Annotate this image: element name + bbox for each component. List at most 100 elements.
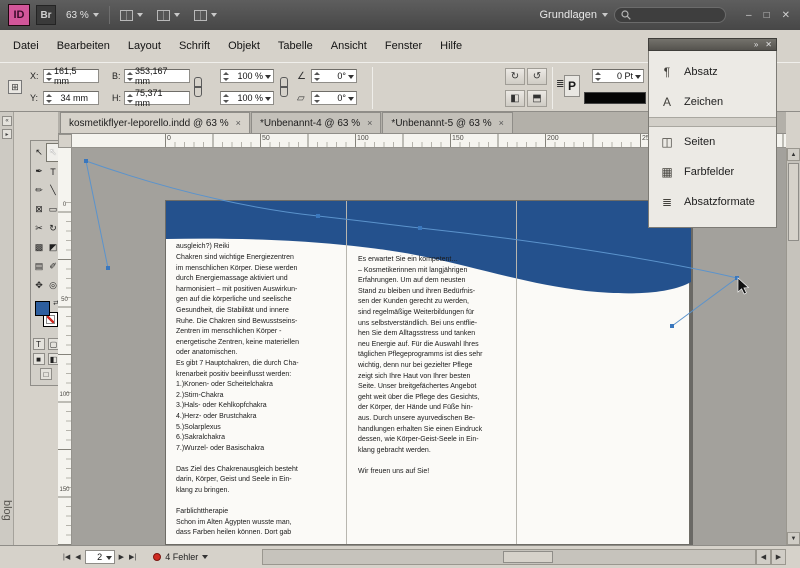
scroll-down-icon[interactable]: ▼: [787, 532, 800, 545]
flip-horizontal-button[interactable]: ◧: [505, 90, 525, 107]
scale-y-field[interactable]: 100 %: [220, 91, 274, 105]
spinner-icon[interactable]: [222, 92, 230, 104]
menu-objekt[interactable]: Objekt: [219, 36, 269, 56]
menu-bearbeiten[interactable]: Bearbeiten: [48, 36, 119, 56]
scroll-left-icon[interactable]: ◀: [756, 549, 771, 565]
flip-vertical-button[interactable]: ⬒: [527, 90, 547, 107]
column2-body-text[interactable]: Es erwartet Sie ein kompetent... – Kosme…: [358, 255, 512, 477]
hand-tool[interactable]: ✥: [32, 276, 46, 295]
gradient-tool[interactable]: ▩: [32, 238, 46, 257]
pen-tool[interactable]: ✒: [32, 162, 46, 181]
mouse-cursor-icon: [738, 278, 749, 294]
column1-heading-fragment[interactable]: ausgleich?) Reiki: [176, 242, 336, 253]
menu-datei[interactable]: Datei: [4, 36, 48, 56]
bridge-button[interactable]: Br: [36, 5, 56, 25]
preflight-status[interactable]: 4 Fehler: [153, 552, 208, 562]
stroke-weight-field[interactable]: 0 Pt: [592, 69, 644, 83]
document-page[interactable]: ausgleich?) Reiki Chakren sind wichtige …: [165, 200, 690, 545]
panel-dock-icon[interactable]: ▸: [2, 129, 12, 139]
tab-kosmetikflyer[interactable]: kosmetikflyer-leporello.indd @ 63 % ×: [60, 112, 250, 133]
close-icon[interactable]: ×: [499, 118, 504, 128]
rotate-90-cw-button[interactable]: ↻: [505, 68, 525, 85]
close-button[interactable]: ✕: [782, 10, 790, 21]
restore-button[interactable]: □: [764, 10, 770, 21]
spinner-icon[interactable]: [45, 70, 53, 82]
fill-color-swatch[interactable]: [35, 301, 50, 316]
selection-tool[interactable]: ↖: [32, 143, 46, 162]
menu-tabelle[interactable]: Tabelle: [269, 36, 322, 56]
pencil-tool[interactable]: ✏: [32, 181, 46, 200]
vertical-scrollbar[interactable]: ▲ ▼: [786, 148, 800, 545]
panel-item-zeichen[interactable]: A Zeichen: [649, 87, 776, 117]
menu-ansicht[interactable]: Ansicht: [322, 36, 376, 56]
close-icon[interactable]: ×: [236, 118, 241, 128]
vertical-scroll-thumb[interactable]: [788, 163, 799, 241]
screen-mode-button[interactable]: [153, 8, 184, 23]
workspace-switcher[interactable]: Grundlagen: [540, 9, 609, 21]
panel-item-farbfelder[interactable]: ▦ Farbfelder: [649, 157, 776, 187]
spinner-icon[interactable]: [222, 70, 230, 82]
constrain-dimensions-chain-icon[interactable]: [194, 77, 202, 97]
scissors-tool[interactable]: ✂: [32, 219, 46, 238]
scroll-up-icon[interactable]: ▲: [787, 148, 800, 161]
tab-unbenannt-5[interactable]: *Unbenannt-5 @ 63 % ×: [382, 112, 512, 133]
control-divider: [372, 67, 373, 109]
view-options-button[interactable]: [116, 8, 147, 23]
vertical-ruler[interactable]: 0 50 100 150: [58, 148, 72, 545]
width-field[interactable]: 353,167 mm: [124, 69, 190, 83]
collapse-panel-icon[interactable]: »: [754, 40, 758, 49]
previous-page-button[interactable]: ◀: [74, 553, 81, 561]
apply-color-button[interactable]: ■: [33, 353, 45, 365]
spinner-icon[interactable]: [126, 92, 134, 104]
spinner-icon[interactable]: [126, 70, 134, 82]
menu-schrift[interactable]: Schrift: [170, 36, 219, 56]
horizontal-scroll-thumb[interactable]: [503, 551, 553, 563]
rectangle-frame-tool[interactable]: ⊠: [32, 200, 46, 219]
arrange-documents-button[interactable]: [190, 8, 221, 23]
tab-unbenannt-4[interactable]: *Unbenannt-4 @ 63 % ×: [251, 112, 381, 133]
left-dock-strip: « ▸ blog: [0, 112, 14, 568]
zoom-level-select[interactable]: 63 %: [62, 8, 103, 23]
menu-layout[interactable]: Layout: [119, 36, 170, 56]
last-page-button[interactable]: ▶|: [128, 553, 137, 561]
search-input[interactable]: [614, 7, 726, 23]
menu-hilfe[interactable]: Hilfe: [431, 36, 471, 56]
y-position-field[interactable]: 34 mm: [43, 91, 99, 105]
constrain-scale-chain-icon[interactable]: [280, 77, 288, 97]
ruler-number: 150: [452, 135, 464, 142]
shear-field[interactable]: 0°: [311, 91, 357, 105]
spinner-icon[interactable]: [313, 70, 321, 82]
panel-item-absatz[interactable]: ¶ Absatz: [649, 57, 776, 87]
chevron-down-icon: [137, 13, 143, 17]
note-tool[interactable]: ▤: [32, 257, 46, 276]
close-panel-icon[interactable]: ✕: [765, 40, 772, 49]
next-page-button[interactable]: ▶: [118, 553, 125, 561]
horizontal-scrollbar[interactable]: [262, 549, 756, 565]
menu-fenster[interactable]: Fenster: [376, 36, 431, 56]
stroke-style-preview[interactable]: [584, 92, 646, 104]
spinner-icon[interactable]: [594, 70, 602, 82]
paragraph-formatting-button[interactable]: P: [564, 75, 580, 97]
height-field[interactable]: 75,371 mm: [124, 91, 190, 105]
width-value: 353,167 mm: [135, 66, 179, 86]
rotate-90-ccw-button[interactable]: ↺: [527, 68, 547, 85]
spinner-icon[interactable]: [313, 92, 321, 104]
scroll-right-icon[interactable]: ▶: [771, 549, 786, 565]
page-number-field[interactable]: 2: [85, 550, 115, 564]
blog-watermark-label: blog: [1, 500, 13, 521]
rotation-field[interactable]: 0°: [311, 69, 357, 83]
reference-point-proxy-icon[interactable]: ⊞: [8, 80, 22, 94]
scale-x-field[interactable]: 100 %: [220, 69, 274, 83]
apply-none-button[interactable]: □: [40, 368, 52, 380]
panel-item-seiten[interactable]: ◫ Seiten: [649, 127, 776, 157]
spinner-icon[interactable]: [45, 92, 53, 104]
column1-body-text[interactable]: Chakren sind wichtige Energiezentren im …: [176, 253, 336, 539]
ruler-origin-box[interactable]: [58, 134, 72, 148]
panel-item-absatzformate[interactable]: ≣ Absatzformate: [649, 187, 776, 217]
minimize-button[interactable]: –: [746, 10, 752, 21]
first-page-button[interactable]: |◀: [62, 553, 71, 561]
collapse-dock-icon[interactable]: «: [2, 116, 12, 126]
formatting-affects-text-button[interactable]: T: [33, 338, 45, 350]
x-position-field[interactable]: 161,5 mm: [43, 69, 99, 83]
close-icon[interactable]: ×: [367, 118, 372, 128]
